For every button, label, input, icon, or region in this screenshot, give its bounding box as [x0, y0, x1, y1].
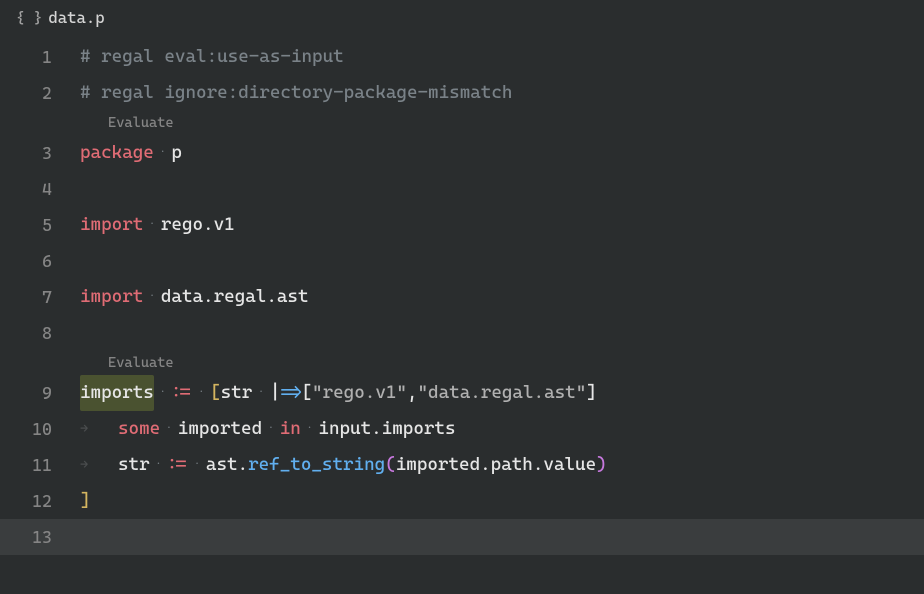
keyword-some: some — [118, 411, 160, 447]
result-open: [ — [301, 375, 312, 411]
assign-op: := — [167, 447, 188, 483]
line-number: 8 — [0, 315, 80, 351]
code-line: 4 — [0, 171, 924, 207]
comment-text: # regal ignore:directory-package-mismatc… — [80, 75, 512, 111]
comment-text: # regal eval:use-as-input — [80, 39, 344, 75]
comma: , — [407, 375, 418, 411]
code-line: 12 ] — [0, 483, 924, 519]
obj-ref: ast. — [206, 447, 248, 483]
file-tab[interactable]: { } data.p — [8, 4, 113, 31]
function-call: ref_to_string — [248, 447, 385, 483]
var: imported — [178, 411, 262, 447]
bracket-close: ] — [80, 483, 91, 519]
ref: input.imports — [318, 411, 455, 447]
line-number: 9 — [0, 375, 80, 411]
codelens-row: Evaluate — [0, 351, 924, 375]
package-name: p — [171, 135, 182, 171]
line-number: 10 — [0, 411, 80, 447]
code-line: 9 imports · := · [str · | => ["rego.v1",… — [0, 375, 924, 411]
line-number: 2 — [0, 75, 80, 111]
line-number: 4 — [0, 171, 80, 207]
paren-open: ( — [385, 447, 396, 483]
indent-guide: → — [80, 411, 118, 447]
code-line: 10 →some · imported · in · input.imports — [0, 411, 924, 447]
tab-filename: data.p — [48, 8, 104, 27]
line-number: 12 — [0, 483, 80, 519]
code-line: 1 # regal eval:use-as-input — [0, 39, 924, 75]
codelens-evaluate[interactable]: Evaluate — [80, 111, 174, 135]
line-number: 6 — [0, 243, 80, 279]
keyword-in: in — [280, 411, 301, 447]
code-line: 3 package · p — [0, 135, 924, 171]
result-close: ] — [586, 375, 597, 411]
code-line: 2 # regal ignore:directory-package-misma… — [0, 75, 924, 111]
var: str — [221, 375, 253, 411]
line-number: 11 — [0, 447, 80, 483]
braces-icon: { } — [16, 9, 42, 27]
var: str — [118, 447, 150, 483]
indent-guide: → — [80, 447, 118, 483]
codelens-evaluate[interactable]: Evaluate — [80, 351, 174, 375]
assign-op: := — [171, 375, 192, 411]
pipe: | — [270, 375, 281, 411]
arg: imported.path.value — [396, 447, 596, 483]
line-number: 5 — [0, 207, 80, 243]
result-string: "rego.v1" — [312, 375, 407, 411]
import-path: data.regal.ast — [161, 279, 309, 315]
line-number: 7 — [0, 279, 80, 315]
result-string: "data.regal.ast" — [418, 375, 587, 411]
code-line: 8 — [0, 315, 924, 351]
code-line-current: 13 — [0, 519, 924, 555]
code-line: 11 →str · := · ast.ref_to_string(importe… — [0, 447, 924, 483]
code-editor[interactable]: 1 # regal eval:use-as-input 2 # regal ig… — [0, 35, 924, 555]
code-line: 6 — [0, 243, 924, 279]
keyword-import: import — [80, 207, 143, 243]
import-path: rego.v1 — [161, 207, 235, 243]
rule-name: imports — [80, 375, 154, 411]
paren-close: ) — [596, 447, 607, 483]
arrow: => — [280, 375, 301, 411]
code-line: 5 import · rego.v1 — [0, 207, 924, 243]
line-number: 1 — [0, 39, 80, 75]
codelens-row: Evaluate — [0, 111, 924, 135]
bracket-open: [ — [210, 375, 221, 411]
code-line: 7 import · data.regal.ast — [0, 279, 924, 315]
line-number: 3 — [0, 135, 80, 171]
keyword-import: import — [80, 279, 143, 315]
keyword-package: package — [80, 135, 154, 171]
tab-bar: { } data.p — [0, 0, 924, 35]
line-number: 13 — [0, 519, 80, 555]
